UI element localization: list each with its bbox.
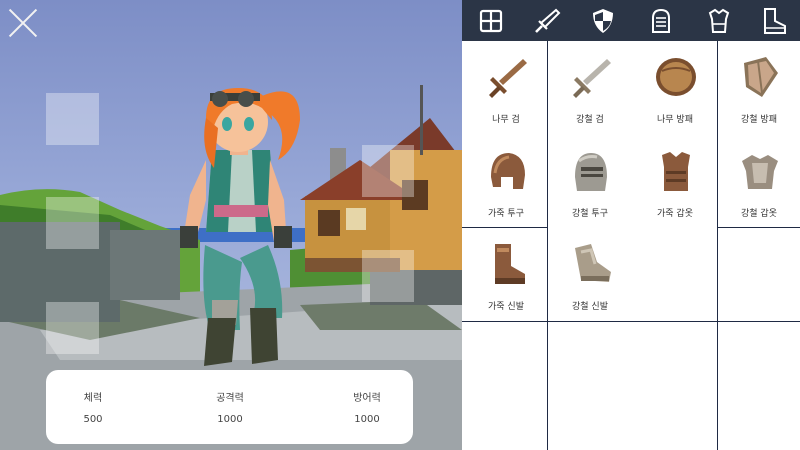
category-tabs <box>462 0 800 41</box>
stat-value: 1000 <box>354 414 380 425</box>
item-name: 강철 투구 <box>572 209 608 219</box>
equip-slot-left-2[interactable] <box>46 197 99 249</box>
item-name: 가죽 갑옷 <box>657 209 693 219</box>
stats-panel: 체력 500 공격력 1000 방어력 1000 <box>46 370 413 444</box>
tab-boots[interactable] <box>757 4 791 38</box>
equip-slot-left-1[interactable] <box>46 93 99 145</box>
item-name: 나무 방패 <box>657 115 693 125</box>
inventory-item-steel-helmet[interactable]: 강철 투구 <box>548 139 632 231</box>
wooden-sword-icon <box>489 59 527 98</box>
tab-helmet[interactable] <box>644 4 678 38</box>
inventory-item-steel-boots[interactable]: 강철 신발 <box>548 232 632 324</box>
steel-helmet-icon <box>575 153 607 191</box>
stat-value: 1000 <box>217 414 243 425</box>
inventory-item-leather-helmet[interactable]: 가죽 투구 <box>464 139 548 231</box>
boots-icon <box>764 8 786 34</box>
stat-label: 방어력 <box>353 393 381 404</box>
equip-slot-right-2[interactable] <box>362 250 414 302</box>
item-name: 강철 검 <box>576 115 604 125</box>
inventory-item-wooden-shield[interactable]: 나무 방패 <box>633 45 717 137</box>
tab-all[interactable] <box>474 4 508 38</box>
steel-shield-icon <box>744 57 778 97</box>
item-name: 가죽 신발 <box>488 302 524 312</box>
stat-value: 500 <box>83 414 103 425</box>
inventory-panel: 나무 검 강철 검 나무 방패 강철 방패 가죽 투구 강철 투구 가죽 갑옷 … <box>462 0 800 450</box>
inventory-item-steel-armor[interactable]: 강철 갑옷 <box>717 139 800 231</box>
tab-armor[interactable] <box>702 4 736 38</box>
shield-icon <box>593 9 613 33</box>
inventory-item-leather-armor[interactable]: 가죽 갑옷 <box>633 139 717 231</box>
item-name: 강철 신발 <box>572 302 608 312</box>
leather-helmet-icon <box>491 153 525 189</box>
character-preview-scene: 체력 500 공격력 1000 방어력 1000 <box>0 0 462 450</box>
leather-armor-icon <box>662 152 690 191</box>
tab-shield[interactable] <box>586 4 620 38</box>
equip-slot-left-3[interactable] <box>46 302 99 354</box>
close-button[interactable] <box>6 6 40 40</box>
inventory-item-steel-shield[interactable]: 강철 방패 <box>717 45 800 137</box>
steel-boots-icon <box>575 244 611 282</box>
steel-armor-icon <box>742 155 778 189</box>
grid-icon <box>479 9 503 33</box>
inventory-item-wooden-sword[interactable]: 나무 검 <box>464 45 548 137</box>
stat-label: 공격력 <box>216 393 244 404</box>
item-name: 가죽 투구 <box>488 209 524 219</box>
equip-slot-right-1[interactable] <box>362 145 414 197</box>
sword-icon <box>535 8 561 33</box>
item-name: 나무 검 <box>492 115 520 125</box>
item-name: 강철 방패 <box>741 115 777 125</box>
inventory-item-leather-boots[interactable]: 가죽 신발 <box>464 232 548 324</box>
item-name: 강철 갑옷 <box>741 209 777 219</box>
steel-sword-icon <box>573 59 611 98</box>
armor-icon <box>708 8 730 33</box>
helmet-icon <box>652 8 670 33</box>
wooden-shield-icon <box>656 58 696 96</box>
tab-weapon[interactable] <box>530 4 564 38</box>
inventory-item-steel-sword[interactable]: 강철 검 <box>548 45 632 137</box>
leather-boots-icon <box>495 244 525 284</box>
stat-label: 체력 <box>83 393 103 404</box>
